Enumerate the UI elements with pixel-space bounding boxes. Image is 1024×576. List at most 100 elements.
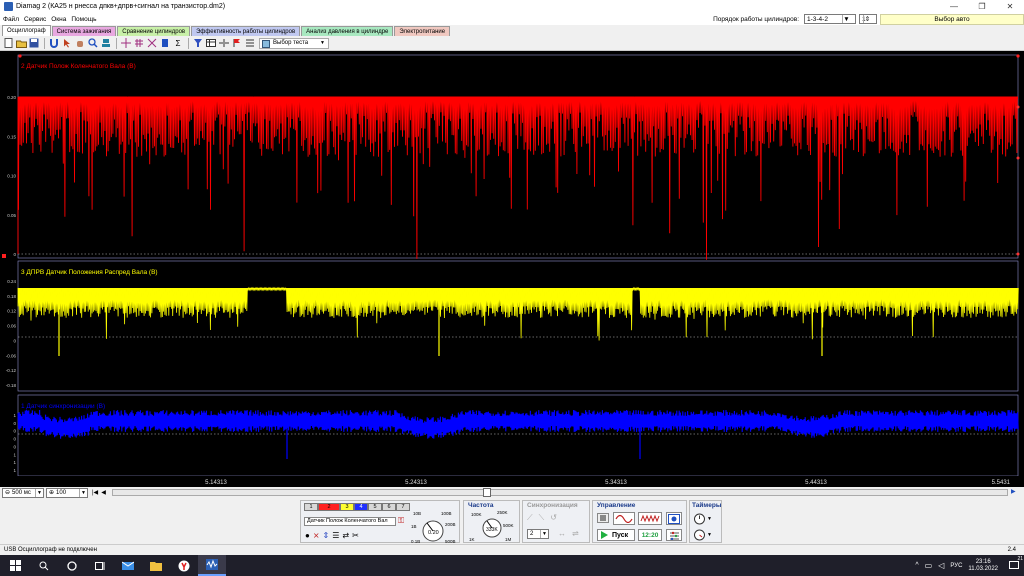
auto-select-button[interactable]: Выбор авто — [880, 13, 1024, 25]
probe-icon[interactable]: ● — [305, 531, 310, 540]
new-file-icon[interactable] — [2, 37, 14, 49]
timebase-select[interactable]: ⊖ 500 мс ▼ — [2, 487, 44, 498]
sync-level-icon[interactable]: ↔ — [558, 529, 566, 538]
channel-tab-5[interactable]: 5 — [368, 503, 382, 511]
zoom-icon[interactable] — [87, 37, 99, 49]
nav-first-icon[interactable]: |◀ — [92, 489, 98, 496]
timer-1[interactable]: ▼ — [693, 512, 712, 525]
frequency-knob[interactable]: 100K 250K 500K 1M 1K 333K — [465, 510, 520, 543]
cylinder-order-select[interactable]: 1-3-4-2 ▼ — [804, 14, 856, 24]
sync-channel-select[interactable]: 2 ▼ — [527, 529, 549, 539]
tab-cylinder-pressure[interactable]: Анализ давления в цилиндре — [301, 26, 394, 36]
taskbar-app-diamag[interactable] — [198, 555, 226, 576]
flag-icon[interactable] — [231, 37, 243, 49]
taskbar-app-mail[interactable] — [114, 561, 142, 571]
grid-icon[interactable] — [133, 37, 145, 49]
taskbar-app-browser[interactable] — [170, 560, 198, 572]
rising-edge-icon[interactable]: ⟋ — [527, 513, 533, 523]
menu-service[interactable]: Сервис — [24, 16, 46, 23]
windows-icon — [9, 560, 21, 571]
scissors-icon[interactable]: ✂ — [352, 531, 359, 540]
maximize-button[interactable]: ❐ — [968, 0, 996, 13]
tab-oscilloscope[interactable]: Осциллограф — [2, 25, 51, 36]
channel-tab-4[interactable]: 4 — [354, 503, 368, 511]
search-button[interactable] — [30, 561, 58, 571]
timer-2[interactable]: ▼ — [693, 528, 712, 541]
sensor-icon[interactable]: ⚿ — [398, 516, 404, 526]
table-icon[interactable] — [205, 37, 217, 49]
tab-power-supply[interactable]: Электропитание — [394, 26, 451, 36]
tray-expand-icon[interactable]: ^ — [915, 562, 918, 569]
nav-prev-icon[interactable]: ◀ — [101, 489, 106, 496]
tab-cylinder-comparison[interactable]: Сравнение цилиндров — [117, 26, 191, 36]
cortana-button[interactable] — [58, 560, 86, 571]
notifications-button[interactable]: 21 — [1004, 556, 1024, 570]
control-panel: 1 2 3 4 5 6 7 Датчик Полож Коленчатого В… — [0, 498, 1024, 544]
chevron-down-icon: ▼ — [35, 488, 43, 497]
network-icon[interactable]: ▭ — [925, 561, 933, 570]
filter-lines-icon[interactable]: ☰ — [332, 531, 339, 540]
stopwatch-icon — [694, 529, 705, 541]
channel-tab-2[interactable]: 2 — [318, 503, 340, 511]
clock[interactable]: 23:16 11.03.2022 — [968, 559, 998, 573]
nav-play-icon[interactable]: ▶ — [1011, 488, 1016, 495]
zoom-select[interactable]: ⊕ 100 ▼ — [46, 487, 88, 498]
sync-auto-icon[interactable]: ↺ — [550, 513, 557, 523]
settings-button[interactable] — [666, 529, 682, 541]
close-button[interactable]: ✕ — [996, 0, 1024, 13]
timers-title: Таймеры — [692, 502, 722, 509]
test-select[interactable]: Выбор теста ▼ — [259, 37, 329, 49]
offset-icon[interactable]: ⇕ — [323, 531, 330, 540]
tab-ignition-system[interactable]: Система зажигания — [51, 26, 117, 36]
cursor-icon[interactable] — [61, 37, 73, 49]
save-icon[interactable] — [28, 37, 40, 49]
stop-button[interactable] — [597, 513, 609, 523]
notification-icon — [1009, 561, 1019, 569]
cylinder-number-spinner[interactable]: 1 ⇕ — [859, 14, 877, 24]
channel-tab-6[interactable]: 6 — [382, 503, 396, 511]
ytick-label: 0.20 — [7, 95, 16, 100]
channel-sensor-select[interactable]: Датчик Полож Коленчатого Вал — [304, 517, 396, 526]
freq-label-500k: 500K — [503, 523, 514, 528]
scale-icon[interactable] — [146, 37, 158, 49]
list-icon[interactable] — [244, 37, 256, 49]
open-folder-icon[interactable] — [15, 37, 27, 49]
oscilloscope-canvas[interactable]: 2 Датчик Полож Коленчатого Вала (В) 0.20 0… — [0, 51, 1024, 487]
hand-icon[interactable] — [74, 37, 86, 49]
marker-icon[interactable] — [159, 37, 171, 49]
speaker-icon[interactable]: ◁ — [938, 561, 944, 570]
filter-icon[interactable] — [192, 37, 204, 49]
magnet-icon[interactable] — [48, 37, 60, 49]
sigma-icon[interactable]: Σ — [172, 37, 184, 49]
start-button[interactable]: Пуск — [597, 529, 635, 541]
menu-help[interactable]: Помощь — [71, 16, 96, 23]
frequency-group: Частота 100K 250K 500K 1M 1K 333K — [463, 500, 520, 543]
minimize-button[interactable]: — — [940, 0, 968, 13]
crosshair-icon[interactable] — [120, 37, 132, 49]
scroll-thumb[interactable] — [483, 488, 491, 497]
menu-windows[interactable]: Окна — [51, 16, 66, 23]
channel-tab-3[interactable]: 3 — [340, 503, 354, 511]
tab-cylinder-efficiency[interactable]: Эффективность работы цилиндров — [191, 26, 301, 36]
keyboard-language[interactable]: РУС — [950, 563, 962, 569]
voltage-knob[interactable]: 10B 100B 1B 200B 0.1B 500B 0.20 — [411, 511, 459, 544]
record-button[interactable] — [666, 512, 682, 525]
invert-icon[interactable]: ⨯ — [313, 531, 320, 540]
menu-bar: Файл Сервис Окна Помощь Порядок работы ц… — [0, 13, 1024, 25]
start-menu-button[interactable] — [0, 555, 30, 576]
taskbar-app-explorer[interactable] — [142, 561, 170, 571]
menu-file[interactable]: Файл — [3, 16, 19, 23]
split-icon[interactable] — [218, 37, 230, 49]
measure-icon[interactable]: ⇄ — [342, 531, 349, 540]
task-view-button[interactable] — [86, 561, 114, 571]
channel-tab-7[interactable]: 7 — [396, 503, 410, 511]
sine-mode-button[interactable] — [613, 512, 635, 525]
oscilloscope-view[interactable]: 2 Датчик Полож Коленчатого Вала (В) 0.20 0… — [0, 51, 1024, 487]
channel-tab-1[interactable]: 1 — [304, 503, 318, 511]
sync-offset-icon[interactable]: ⇌ — [572, 529, 579, 538]
falling-edge-icon[interactable]: ⟍ — [539, 513, 545, 523]
time-display[interactable]: 12:20 — [638, 529, 662, 541]
stamp-icon[interactable] — [100, 37, 112, 49]
time-scrollbar[interactable] — [112, 488, 1008, 497]
pulse-mode-button[interactable] — [638, 512, 662, 525]
